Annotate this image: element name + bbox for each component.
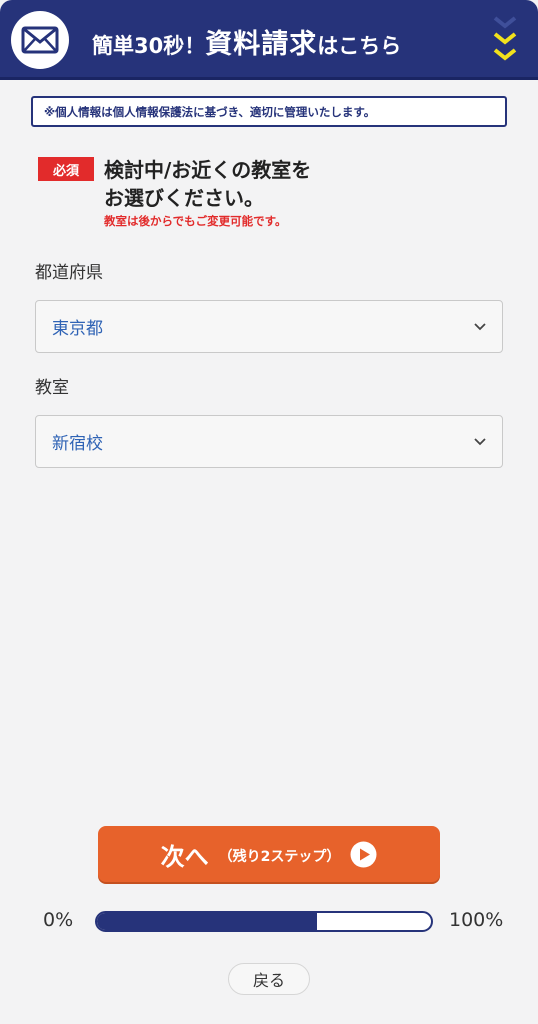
play-circle-icon [350, 841, 377, 867]
classroom-value: 新宿校 [52, 434, 103, 454]
next-button-label: 次へ [160, 842, 209, 871]
classroom-select[interactable]: 新宿校 [35, 415, 503, 468]
header-title-main: 資料請求 [205, 29, 318, 60]
mail-icon [11, 11, 69, 69]
header-title-prefix: 簡単30秒！ [92, 34, 206, 58]
question-line-1: 検討中/お近くの教室を [104, 158, 312, 182]
progress-start-label: 0% [43, 909, 74, 931]
header-banner[interactable]: 簡単30秒！ 資料請求 はこちら [0, 0, 538, 80]
chevron-down-icon [493, 16, 517, 61]
header-title-suffix: はこちら [317, 34, 402, 58]
chevron-down-icon [474, 437, 486, 445]
question-text: 検討中/お近くの教室を お選びください。 [104, 156, 434, 212]
required-badge: 必須 [38, 157, 94, 181]
progress-end-label: 100% [449, 909, 504, 931]
prefecture-select[interactable]: 東京都 [35, 300, 503, 353]
back-button[interactable]: 戻る [228, 963, 310, 995]
next-button[interactable]: 次へ （残り2ステップ） [98, 826, 440, 882]
progress-bar [95, 911, 433, 932]
question-line-2: お選びください。 [104, 186, 264, 210]
prefecture-value: 東京都 [52, 319, 103, 339]
prefecture-label: 都道府県 [35, 263, 103, 283]
chevron-down-icon [474, 322, 486, 330]
change-note: 教室は後からでもご変更可能です。 [104, 214, 287, 228]
privacy-notice: ※個人情報は個人情報保護法に基づき、適切に管理いたします。 [31, 96, 507, 127]
header-title: 簡単30秒！ 資料請求 はこちら [92, 22, 401, 62]
progress-bar-fill [97, 913, 318, 930]
next-button-sub-label: （残り2ステップ） [218, 849, 341, 865]
classroom-label: 教室 [35, 378, 69, 398]
